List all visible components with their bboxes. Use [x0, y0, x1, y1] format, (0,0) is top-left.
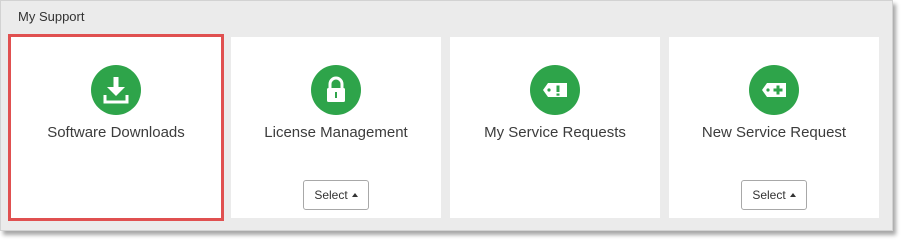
new-request-select-button[interactable]: Select — [741, 180, 807, 210]
download-icon — [91, 65, 141, 115]
license-select-button[interactable]: Select — [303, 180, 369, 210]
tile-my-service-requests[interactable]: My Service Requests — [450, 37, 660, 218]
tile-label: License Management — [264, 124, 408, 141]
caret-up-icon — [351, 193, 358, 197]
tile-label: New Service Request — [701, 124, 847, 141]
tile-new-service-request[interactable]: New Service Request Select — [669, 37, 879, 218]
ticket-add-icon — [749, 65, 799, 115]
select-button-label: Select — [752, 188, 786, 202]
tile-label: My Service Requests — [484, 124, 626, 141]
lock-icon — [311, 65, 361, 115]
tile-software-downloads[interactable]: Software Downloads — [8, 34, 224, 221]
ticket-alert-icon — [530, 65, 580, 115]
tile-label: Software Downloads — [47, 124, 185, 141]
select-button-label: Select — [314, 188, 348, 202]
my-support-panel: My Support Software Downloads License Ma… — [0, 0, 893, 231]
panel-title: My Support — [18, 9, 85, 24]
tile-license-management[interactable]: License Management Select — [231, 37, 441, 218]
caret-up-icon — [789, 193, 796, 197]
